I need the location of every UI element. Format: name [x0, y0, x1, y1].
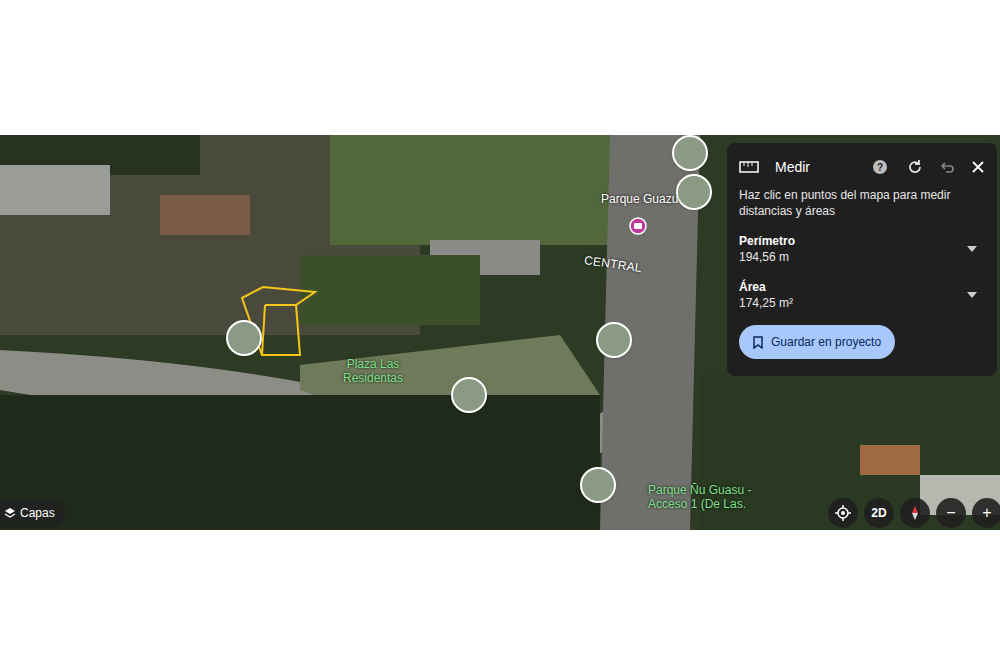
layers-button[interactable]: Capas: [0, 499, 65, 527]
map[interactable]: Parque GuazuCENTRALPlaza Las ResidentasP…: [0, 135, 1000, 530]
measurement-row[interactable]: Perímetro194,56 m: [739, 233, 985, 265]
measurement-row[interactable]: Área174,25 m²: [739, 279, 985, 311]
measurement-label: Área: [739, 279, 793, 295]
ruler-icon: [739, 161, 759, 173]
close-icon[interactable]: [971, 160, 985, 174]
dropdown-icon[interactable]: [967, 292, 977, 298]
panel-header: Medir?: [739, 155, 985, 179]
map-label[interactable]: Plaza Las Residentas: [340, 357, 406, 385]
photo-marker[interactable]: [672, 135, 708, 171]
zoom-in-button[interactable]: +: [972, 498, 1000, 528]
view-mode-button[interactable]: 2D: [864, 498, 894, 528]
measure-panel: Medir? Haz clic en puntos del mapa para m…: [727, 143, 997, 376]
save-button[interactable]: Guardar en proyecto: [739, 325, 895, 359]
bookmark-icon: [753, 336, 763, 349]
map-controls: 2D −+: [828, 498, 1000, 528]
measurement-value: 194,56 m: [739, 249, 795, 265]
compass-button[interactable]: [900, 498, 930, 528]
refresh-icon[interactable]: [907, 159, 923, 175]
undo-icon[interactable]: [939, 159, 955, 175]
photo-marker[interactable]: [676, 174, 712, 210]
panel-title: Medir: [775, 157, 865, 178]
photo-marker[interactable]: [580, 467, 616, 503]
photo-marker[interactable]: [226, 320, 262, 356]
help-button[interactable]: ?: [873, 160, 887, 174]
map-label[interactable]: Parque Guazu: [601, 190, 678, 208]
my-location-button[interactable]: [828, 498, 858, 528]
dropdown-icon[interactable]: [967, 246, 977, 252]
layers-icon: [4, 507, 16, 519]
map-label[interactable]: Parque Ñu Guasu - Acceso 1 (De Las.: [648, 483, 768, 511]
measurement-value: 174,25 m²: [739, 295, 793, 311]
measurement-label: Perímetro: [739, 233, 795, 249]
instructions: Haz clic en puntos del mapa para medir d…: [739, 187, 985, 219]
zoom-out-button[interactable]: −: [936, 498, 966, 528]
compass-icon: [908, 505, 922, 521]
camera-pin-icon[interactable]: [629, 217, 647, 235]
photo-marker[interactable]: [596, 322, 632, 358]
photo-marker[interactable]: [451, 377, 487, 413]
location-icon: [835, 505, 851, 521]
